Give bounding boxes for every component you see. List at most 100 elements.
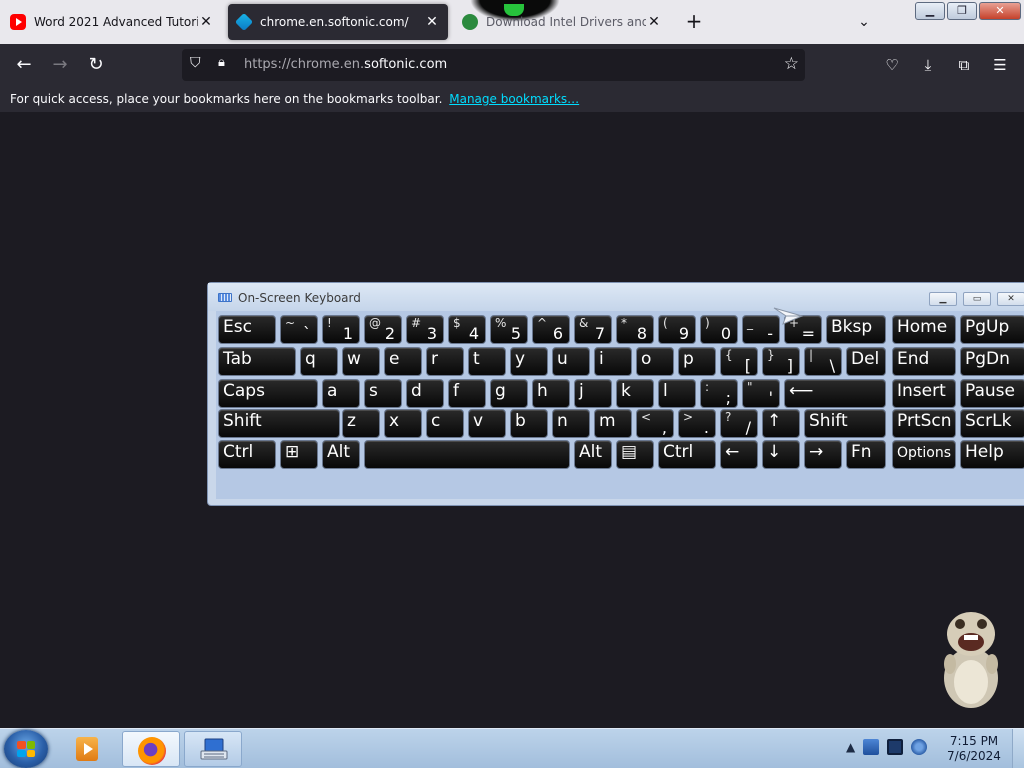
- manage-bookmarks-link[interactable]: Manage bookmarks…: [449, 92, 579, 106]
- volume-icon[interactable]: [911, 739, 928, 755]
- key-help[interactable]: Help: [960, 440, 1024, 469]
- key-pause[interactable]: Pause: [960, 379, 1024, 408]
- key-d[interactable]: d: [406, 379, 444, 408]
- key-bksp[interactable]: Bksp: [826, 315, 886, 344]
- key-home[interactable]: Home: [892, 315, 956, 344]
- key-symbol-4-7[interactable]: ←: [720, 440, 758, 469]
- restore-button[interactable]: ❐: [947, 2, 977, 20]
- start-button[interactable]: [4, 730, 48, 768]
- key-caps[interactable]: Caps: [218, 379, 318, 408]
- key-r[interactable]: r: [426, 347, 464, 376]
- key-ctrl[interactable]: Ctrl: [658, 440, 716, 469]
- key-b[interactable]: b: [510, 409, 548, 438]
- key-symbol-1-11[interactable]: {[: [720, 347, 758, 376]
- key-t[interactable]: t: [468, 347, 506, 376]
- key-end[interactable]: End: [892, 347, 956, 376]
- key-symbol-4-8[interactable]: ↓: [762, 440, 800, 469]
- key-z[interactable]: z: [342, 409, 380, 438]
- key-symbol-3-8[interactable]: <,: [636, 409, 674, 438]
- tab-intel-drivers[interactable]: Download Intel Drivers and Soft ✕: [454, 4, 670, 40]
- key-x[interactable]: x: [384, 409, 422, 438]
- key-8[interactable]: * 8: [616, 315, 654, 344]
- lock-icon[interactable]: 🔒︎: [218, 55, 225, 70]
- key-c[interactable]: c: [426, 409, 464, 438]
- back-button[interactable]: ←: [10, 52, 38, 78]
- key-u[interactable]: u: [552, 347, 590, 376]
- taskbar-firefox[interactable]: [122, 731, 180, 767]
- osk-maximize-button[interactable]: ▭: [963, 292, 991, 306]
- key-9[interactable]: (9: [658, 315, 696, 344]
- key-symbol-3-10[interactable]: ? /: [720, 409, 758, 438]
- url-text[interactable]: https://chrome.en.softonic.com: [244, 57, 447, 72]
- key-shift[interactable]: Shift: [804, 409, 886, 438]
- key-n[interactable]: n: [552, 409, 590, 438]
- tracking-protection-shield-icon[interactable]: ⛉: [190, 55, 201, 71]
- key-symbol-3-11[interactable]: ↑: [762, 409, 800, 438]
- key-3[interactable]: #3: [406, 315, 444, 344]
- key-5[interactable]: % 5: [490, 315, 528, 344]
- key-j[interactable]: j: [574, 379, 612, 408]
- key-w[interactable]: w: [342, 347, 380, 376]
- key-prtscn[interactable]: PrtScn: [892, 409, 956, 438]
- key-g[interactable]: g: [490, 379, 528, 408]
- show-hidden-icons-button[interactable]: ▲: [846, 740, 855, 754]
- pocket-icon[interactable]: ♡: [880, 52, 904, 78]
- tab-word-tutorial[interactable]: Word 2021 Advanced Tutorial - ✕: [2, 4, 222, 40]
- key-space[interactable]: [364, 440, 570, 469]
- key-pgup[interactable]: PgUp: [960, 315, 1024, 344]
- key-ctrl[interactable]: Ctrl: [218, 440, 276, 469]
- key-scrlk[interactable]: ScrLk: [960, 409, 1024, 438]
- key-h[interactable]: h: [532, 379, 570, 408]
- key-p[interactable]: p: [678, 347, 716, 376]
- minimize-button[interactable]: ▁: [915, 2, 945, 20]
- key-s[interactable]: s: [364, 379, 402, 408]
- key-symbol-4-5[interactable]: ▤: [616, 440, 654, 469]
- key-k[interactable]: k: [616, 379, 654, 408]
- bookmark-star-icon[interactable]: ☆: [784, 54, 799, 74]
- key-del[interactable]: Del: [846, 347, 886, 376]
- key-v[interactable]: v: [468, 409, 506, 438]
- key-1[interactable]: ! 1: [322, 315, 360, 344]
- key-tab[interactable]: Tab: [218, 347, 296, 376]
- key-alt[interactable]: Alt: [574, 440, 612, 469]
- key-symbol-4-1[interactable]: ⊞: [280, 440, 318, 469]
- key-symbol-2-12[interactable]: ⟵: [784, 379, 886, 408]
- menu-icon[interactable]: ☰: [988, 52, 1012, 78]
- key-shift[interactable]: Shift: [218, 409, 340, 438]
- address-bar[interactable]: ⛉ 🔒︎ https://chrome.en.softonic.com ☆: [182, 49, 805, 81]
- key-f[interactable]: f: [448, 379, 486, 408]
- key-options[interactable]: Options: [892, 440, 956, 469]
- close-tab-icon[interactable]: ✕: [646, 14, 662, 30]
- key-symbol-2-10[interactable]: :;: [700, 379, 738, 408]
- taskbar-on-screen-keyboard[interactable]: [184, 731, 242, 767]
- tab-softonic[interactable]: chrome.en.softonic.com/ ✕: [228, 4, 448, 40]
- osk-title-bar[interactable]: On-Screen Keyboard ▁ ▭ ✕: [208, 283, 1024, 311]
- key-pgdn[interactable]: PgDn: [960, 347, 1024, 376]
- key-symbol-0-1[interactable]: ~ `: [280, 315, 318, 344]
- key-i[interactable]: i: [594, 347, 632, 376]
- key-o[interactable]: o: [636, 347, 674, 376]
- key-6[interactable]: ^ 6: [532, 315, 570, 344]
- forward-button[interactable]: →: [46, 52, 74, 78]
- system-clock[interactable]: 7:15 PM 7/6/2024: [940, 734, 1008, 764]
- close-tab-icon[interactable]: ✕: [424, 14, 440, 30]
- network-icon[interactable]: [863, 739, 880, 755]
- key-2[interactable]: @2: [364, 315, 402, 344]
- key-symbol-1-13[interactable]: | \: [804, 347, 842, 376]
- close-tab-icon[interactable]: ✕: [198, 14, 214, 30]
- downloads-icon[interactable]: ⤓: [916, 52, 940, 78]
- key-m[interactable]: m: [594, 409, 632, 438]
- key-y[interactable]: y: [510, 347, 548, 376]
- key-symbol-2-11[interactable]: " ': [742, 379, 780, 408]
- key-alt[interactable]: Alt: [322, 440, 360, 469]
- close-window-button[interactable]: ✕: [979, 2, 1021, 20]
- key-esc[interactable]: Esc: [218, 315, 276, 344]
- list-all-tabs-button[interactable]: ⌄: [850, 10, 878, 34]
- taskbar-media-player[interactable]: [62, 731, 120, 767]
- key-0[interactable]: ) 0: [700, 315, 738, 344]
- osk-minimize-button[interactable]: ▁: [929, 292, 957, 306]
- key-symbol-3-9[interactable]: >.: [678, 409, 716, 438]
- key-fn[interactable]: Fn: [846, 440, 886, 469]
- osk-close-button[interactable]: ✕: [997, 292, 1024, 306]
- display-icon[interactable]: [887, 739, 904, 755]
